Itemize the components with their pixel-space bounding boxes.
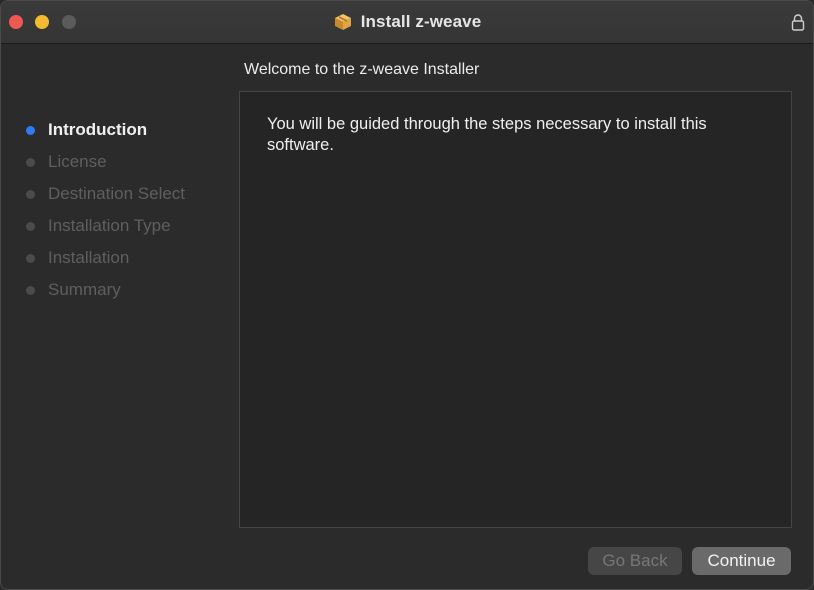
step-introduction: Introduction — [1, 114, 237, 146]
go-back-button[interactable]: Go Back — [588, 547, 682, 575]
step-label: Destination Select — [48, 184, 186, 203]
step-label: Installation Type — [48, 216, 171, 235]
window-title-group: Install z-weave — [1, 1, 813, 43]
page-heading: Welcome to the z-weave Installer — [244, 61, 480, 78]
continue-button[interactable]: Continue — [692, 547, 791, 575]
step-installation-type: Installation Type — [1, 210, 237, 242]
step-dot-icon — [26, 221, 35, 231]
step-dot-icon — [26, 157, 35, 167]
steps-sidebar: Introduction License Destination Select … — [1, 114, 237, 306]
lock-icon — [791, 14, 805, 31]
step-label: Installation — [48, 248, 130, 267]
active-step-dot-icon — [26, 125, 35, 135]
title-bar[interactable]: Install z-weave — [1, 1, 813, 44]
step-label: Introduction — [48, 120, 148, 139]
step-dot-icon — [26, 189, 35, 199]
step-summary: Summary — [1, 274, 237, 306]
installer-window: Install z-weave Welcome to the z-weave I… — [0, 0, 814, 590]
step-destination-select: Destination Select — [1, 178, 237, 210]
step-label: Summary — [48, 280, 121, 299]
content-pane[interactable]: You will be guided through the steps nec… — [239, 91, 792, 528]
package-icon — [334, 14, 351, 30]
step-dot-icon — [26, 285, 35, 295]
window-title: Install z-weave — [360, 12, 482, 31]
step-label: License — [48, 152, 107, 171]
step-license: License — [1, 146, 237, 178]
step-dot-icon — [26, 253, 35, 263]
intro-text: You will be guided through the steps nec… — [267, 115, 707, 154]
step-installation: Installation — [1, 242, 237, 274]
